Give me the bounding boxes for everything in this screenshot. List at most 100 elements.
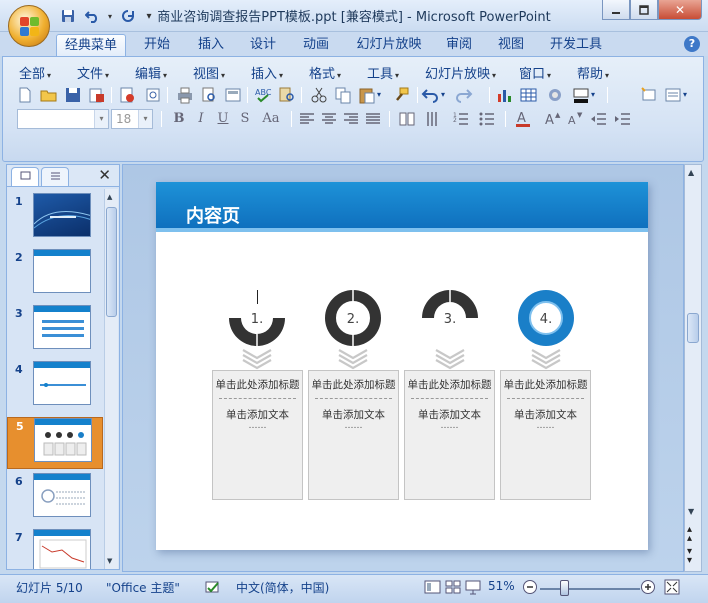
scroll-down-icon[interactable]: ▼ — [107, 557, 116, 565]
help-icon[interactable]: ? — [684, 36, 700, 52]
minimize-icon[interactable] — [602, 0, 630, 20]
tab-animation[interactable]: 动画 — [295, 34, 337, 56]
fill-dropdown-icon[interactable]: ▾ — [591, 85, 601, 105]
font-size-input[interactable]: 18 ▾ — [111, 109, 153, 129]
previous-slide-icon[interactable]: ▴ ▴ — [687, 525, 692, 544]
print-preview-icon[interactable] — [199, 85, 219, 105]
new-file-icon[interactable] — [15, 85, 35, 105]
bold-button[interactable]: B — [169, 109, 189, 129]
new-slide-icon[interactable] — [639, 85, 659, 105]
zoom-level[interactable]: 51% — [488, 579, 515, 593]
chevron-down-icon[interactable]: ▾ — [94, 110, 108, 128]
column-body[interactable]: 单击添加文本 — [405, 407, 494, 422]
menu-format[interactable]: 格式 ▾ — [309, 63, 341, 82]
slide-sorter-icon[interactable] — [444, 579, 462, 598]
content-column[interactable]: 单击此处添加标题 单击添加文本 …… — [500, 370, 591, 500]
align-right-icon[interactable] — [341, 109, 361, 129]
format-painter-icon[interactable] — [391, 85, 411, 105]
tab-view[interactable]: 视图 — [490, 34, 532, 56]
tab-classic-menu[interactable]: 经典菜单 — [56, 34, 126, 56]
numbering-icon[interactable]: 12 — [451, 109, 471, 129]
attach-icon[interactable] — [143, 85, 163, 105]
menu-file[interactable]: 文件 ▾ — [77, 63, 109, 82]
undo-dropdown-icon[interactable]: ▾ — [106, 7, 114, 25]
menu-tools[interactable]: 工具 ▾ — [367, 63, 399, 82]
increase-font-icon[interactable]: A ▲ — [543, 109, 563, 129]
slide-thumbnail[interactable]: 2 — [7, 249, 103, 301]
print-icon[interactable] — [175, 85, 195, 105]
fill-color-icon[interactable] — [571, 85, 591, 105]
change-case-button[interactable]: Aa — [259, 109, 283, 129]
column-body[interactable]: 单击添加文本 — [309, 407, 398, 422]
close-icon[interactable]: ✕ — [658, 0, 702, 20]
slide-scrollbar[interactable]: ▲ ▼ ▴ ▴ ▾ ▾ — [684, 164, 702, 572]
maximize-icon[interactable] — [630, 0, 658, 20]
redo-icon[interactable] — [118, 7, 138, 25]
tab-developer[interactable]: 开发工具 — [544, 34, 608, 56]
copy-icon[interactable] — [333, 85, 353, 105]
tab-review[interactable]: 审阅 — [438, 34, 480, 56]
justify-icon[interactable] — [363, 109, 383, 129]
column-heading[interactable]: 单击此处添加标题 — [405, 377, 494, 392]
spelling-check-icon[interactable] — [204, 579, 222, 598]
undo-icon-toolbar[interactable] — [421, 85, 441, 105]
slideshow-view-icon[interactable] — [464, 579, 482, 598]
undo-dropdown-icon-toolbar[interactable]: ▾ — [441, 85, 451, 105]
slide-thumbnail[interactable]: 6 — [7, 473, 103, 525]
zoom-slider-thumb[interactable] — [560, 580, 569, 596]
fit-to-window-icon[interactable] — [664, 579, 680, 598]
language-indicator[interactable]: 中文(简体，中国) — [236, 579, 329, 596]
zoom-slider-track[interactable] — [540, 588, 640, 590]
panel-scroll-thumb[interactable] — [106, 207, 117, 317]
content-column[interactable]: 单击此处添加标题 单击添加文本 …… — [308, 370, 399, 500]
tab-home[interactable]: 开始 — [136, 34, 178, 56]
outline-tab-icon[interactable] — [41, 167, 69, 186]
print-preview-pdf-icon[interactable] — [117, 85, 137, 105]
menu-slideshow[interactable]: 幻灯片放映 ▾ — [425, 63, 496, 82]
permission-icon[interactable] — [87, 85, 107, 105]
menu-edit[interactable]: 编辑 ▾ — [135, 63, 167, 82]
underline-button[interactable]: U — [213, 109, 233, 129]
column-body[interactable]: 单击添加文本 — [501, 407, 590, 422]
undo-icon[interactable] — [82, 7, 102, 25]
slide-thumbnail[interactable]: 3 — [7, 305, 103, 357]
redo-icon-toolbar[interactable] — [453, 85, 473, 105]
normal-view-icon[interactable] — [424, 579, 442, 598]
bullets-icon[interactable] — [477, 109, 497, 129]
slide-thumbnail[interactable]: 1 — [7, 193, 103, 245]
tab-slideshow[interactable]: 幻灯片放映 — [350, 34, 428, 56]
open-folder-icon[interactable] — [39, 85, 59, 105]
tab-insert[interactable]: 插入 — [190, 34, 232, 56]
office-button[interactable] — [8, 5, 50, 47]
design-dropdown-icon[interactable]: ▾ — [683, 85, 693, 105]
menu-help[interactable]: 帮助 ▾ — [577, 63, 609, 82]
menu-window[interactable]: 窗口 ▾ — [519, 63, 551, 82]
shadow-button[interactable]: S — [235, 109, 255, 129]
save-file-icon[interactable] — [63, 85, 83, 105]
column-body[interactable]: 单击添加文本 — [213, 407, 302, 422]
spelling-icon[interactable]: ABC — [253, 85, 273, 105]
content-column[interactable]: 单击此处添加标题 单击添加文本 …… — [212, 370, 303, 500]
chart-icon[interactable] — [495, 85, 515, 105]
chevron-down-icon[interactable]: ▾ — [138, 110, 152, 128]
slide-title[interactable]: 内容页 — [186, 202, 240, 228]
paste-icon[interactable] — [357, 85, 377, 105]
column-heading[interactable]: 单击此处添加标题 — [309, 377, 398, 392]
font-color-icon[interactable]: A — [513, 109, 533, 129]
scroll-up-icon[interactable]: ▲ — [688, 168, 694, 177]
slide-layout-icon[interactable] — [223, 85, 243, 105]
menu-insert[interactable]: 插入 ▾ — [251, 63, 283, 82]
slide-thumbnail[interactable]: 4 — [7, 361, 103, 413]
panel-scrollbar[interactable]: ▲ ▼ — [104, 189, 118, 569]
italic-button[interactable]: I — [191, 109, 211, 129]
column-heading[interactable]: 单击此处添加标题 — [213, 377, 302, 392]
paste-dropdown-icon[interactable]: ▾ — [377, 85, 387, 105]
cut-icon[interactable] — [309, 85, 329, 105]
align-center-icon[interactable] — [319, 109, 339, 129]
next-slide-icon[interactable]: ▾ ▾ — [687, 547, 692, 566]
slide-thumbnail-selected[interactable]: 5 — [7, 417, 103, 469]
menu-view[interactable]: 视图 ▾ — [193, 63, 225, 82]
columns-icon[interactable] — [397, 109, 417, 129]
align-left-icon[interactable] — [297, 109, 317, 129]
zoom-in-icon[interactable] — [640, 579, 656, 598]
